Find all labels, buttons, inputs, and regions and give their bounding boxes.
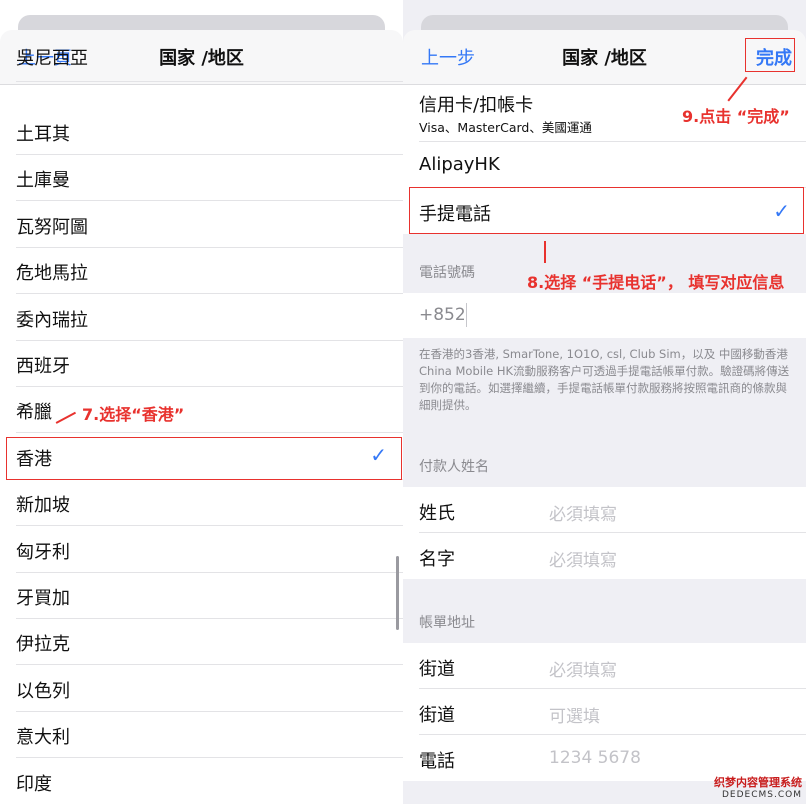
- mobile-arrow: [544, 241, 546, 263]
- street2-label: 街道: [419, 705, 455, 726]
- mobile-annotation: 8.选择 “手提电话”， 填写对应信息: [527, 273, 785, 292]
- country-label: 瓦努阿圖: [16, 216, 88, 238]
- country-label: 吳尼西亞: [16, 48, 88, 69]
- country-label: 新加坡: [16, 495, 70, 517]
- country-row[interactable]: 新加坡: [0, 480, 403, 527]
- hongkong-highlight-box: [6, 437, 402, 480]
- country-region-panel: 上一頁 国家 /地区 吳尼西亞 土耳其 土庫曼 瓦努阿圖 危地馬拉 委內瑞拉 西班牙 希臘 香港…: [0, 0, 403, 804]
- given-name-field[interactable]: 名字 必須填寫: [403, 533, 806, 579]
- country-row[interactable]: 以色列: [0, 666, 403, 712]
- watermark-domain: DEDECMS.COM: [722, 790, 802, 800]
- country-label: 危地馬拉: [16, 263, 88, 285]
- country-row[interactable]: 西班牙: [0, 341, 403, 387]
- watermark-text: 织梦内容管理系统: [714, 776, 802, 789]
- watermark: 织梦内容管理系统 DEDECMS.COM: [714, 774, 802, 800]
- country-row[interactable]: 意大利: [0, 712, 403, 759]
- phone-number-field[interactable]: +852: [403, 293, 806, 338]
- surname-label: 姓氏: [419, 503, 455, 524]
- country-label: 匈牙利: [16, 541, 70, 563]
- row-divider: [16, 81, 403, 82]
- card-label: 信用卡/扣帳卡: [419, 95, 534, 116]
- street1-placeholder: 必須填寫: [549, 661, 617, 681]
- street2-placeholder: 可選填: [549, 707, 600, 727]
- country-label: 以色列: [16, 680, 70, 702]
- country-label: 意大利: [16, 727, 70, 749]
- mobile-highlight-box: [409, 187, 804, 234]
- country-label: 土庫曼: [16, 170, 70, 192]
- phone-prefix: +852: [419, 305, 466, 325]
- scrollbar[interactable]: [396, 556, 399, 630]
- country-row[interactable]: 土庫曼: [0, 155, 403, 202]
- done-highlight-box: [745, 38, 795, 72]
- country-label: 西班牙: [16, 356, 70, 377]
- country-row[interactable]: 匈牙利: [0, 527, 403, 573]
- given-name-placeholder: 必須填寫: [549, 551, 617, 571]
- country-row[interactable]: 危地馬拉: [0, 248, 403, 295]
- alipayhk-label: AlipayHK: [419, 154, 500, 175]
- payment-option-alipayhk[interactable]: AlipayHK: [403, 142, 806, 188]
- billing-phone-label: 電話: [419, 751, 455, 772]
- billing-phone-placeholder: 1234 5678: [549, 748, 641, 768]
- street2-field[interactable]: 街道 可選填: [403, 689, 806, 735]
- country-label: 土耳其: [16, 124, 70, 145]
- country-label: 伊拉克: [16, 634, 70, 656]
- country-row[interactable]: 牙買加: [0, 573, 403, 619]
- phone-section-header: 電話號碼: [419, 265, 475, 281]
- country-row[interactable]: 希臘: [0, 387, 403, 434]
- card-networks: Visa、MasterCard、美國運通: [419, 120, 592, 135]
- surname-placeholder: 必須填寫: [549, 505, 617, 525]
- country-row[interactable]: 土耳其: [0, 109, 403, 155]
- street1-field[interactable]: 街道 必須填寫: [403, 643, 806, 689]
- given-name-label: 名字: [419, 549, 455, 570]
- street1-label: 街道: [419, 659, 455, 680]
- done-annotation: 9.点击 “完成”: [682, 107, 790, 126]
- country-row[interactable]: 伊拉克: [0, 619, 403, 666]
- carrier-note: 在香港的3香港, SmarTone, 1O1O, csl, Club Sim，以…: [419, 347, 790, 412]
- surname-field[interactable]: 姓氏 必須填寫: [403, 487, 806, 533]
- hongkong-annotation: 7.选择“香港”: [82, 405, 185, 424]
- country-label: 希臘: [16, 402, 52, 424]
- billing-section-header: 帳單地址: [419, 615, 475, 631]
- country-label: 委內瑞拉: [16, 309, 88, 331]
- country-label: 印度: [16, 773, 52, 795]
- country-row-partial[interactable]: 吳尼西亞: [0, 36, 403, 82]
- payer-section-header: 付款人姓名: [419, 459, 489, 475]
- country-label: 牙買加: [16, 588, 70, 609]
- country-row[interactable]: 委內瑞拉: [0, 295, 403, 341]
- country-row[interactable]: 印度: [0, 759, 403, 804]
- country-row[interactable]: 瓦努阿圖: [0, 202, 403, 248]
- text-cursor: [466, 303, 467, 327]
